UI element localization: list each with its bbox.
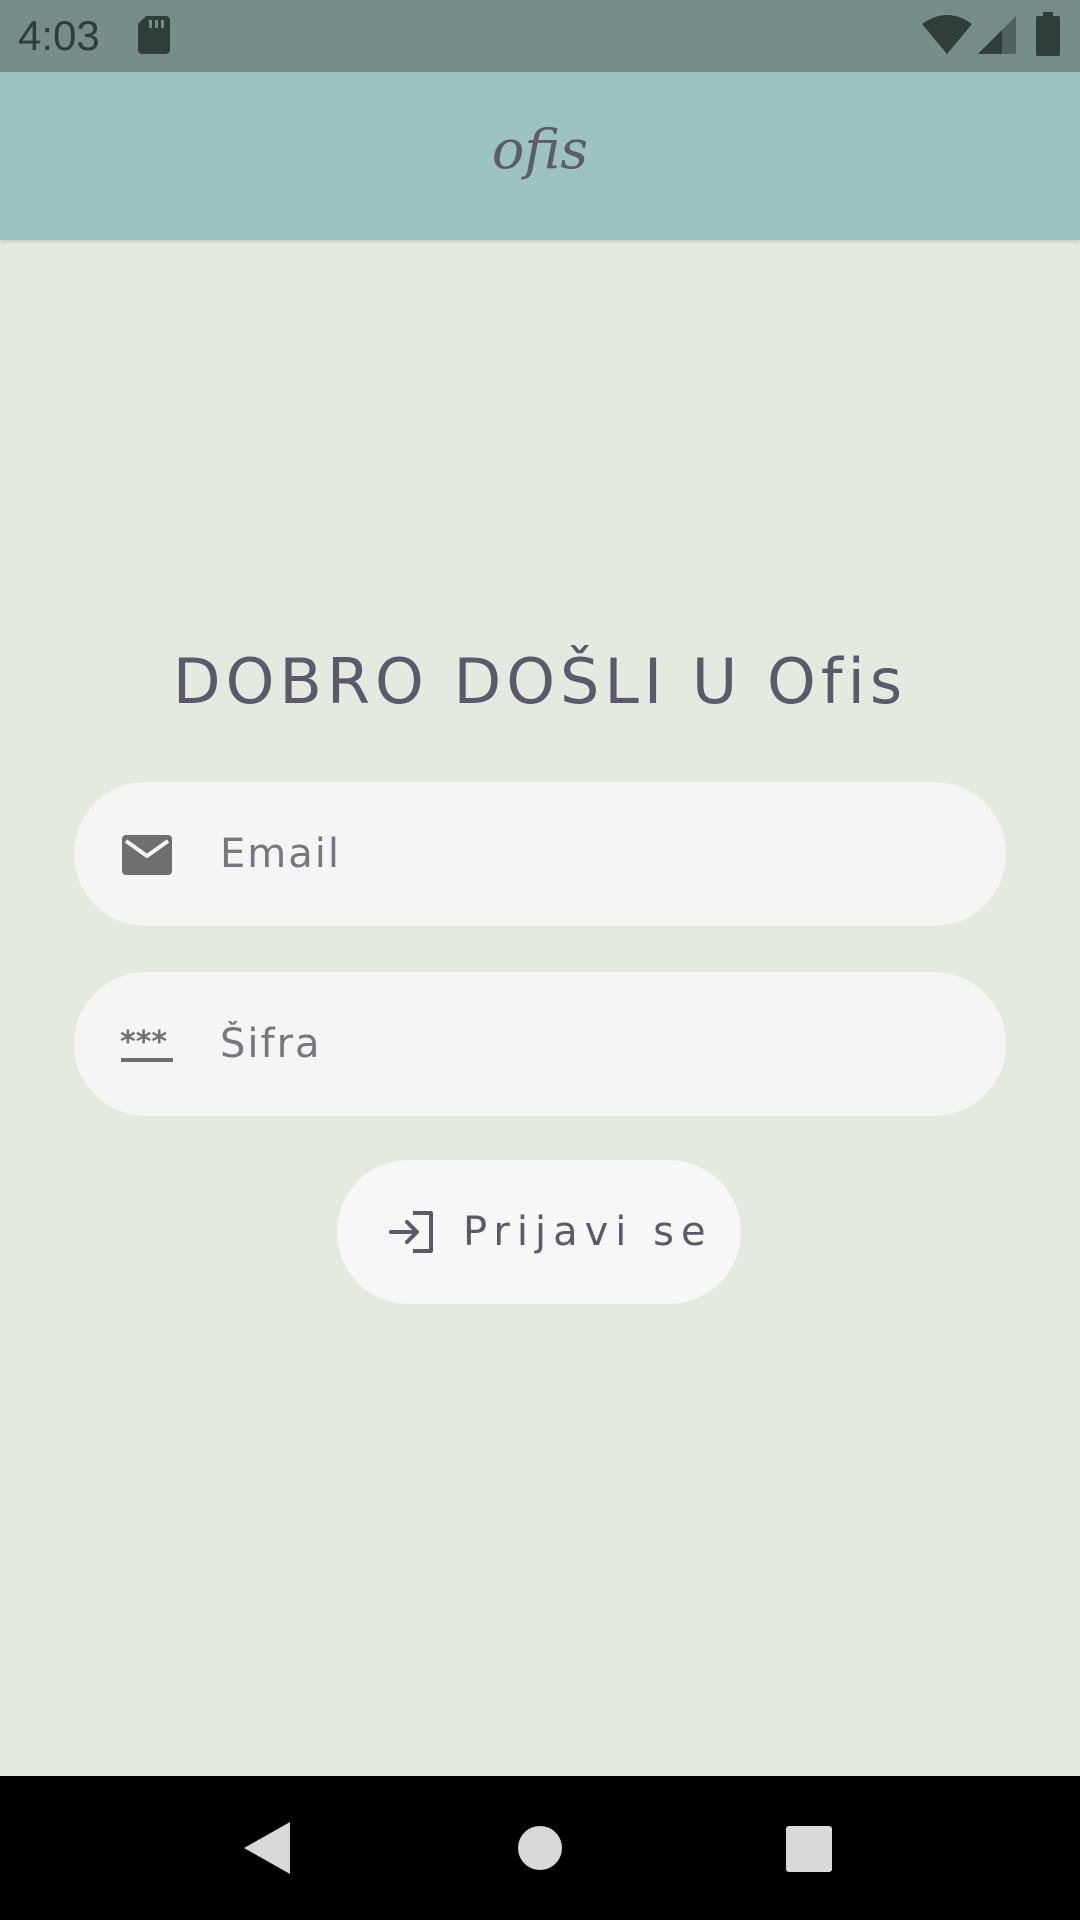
email-icon [122,835,172,875]
status-bar: 4:03 [0,0,1080,72]
password-input[interactable] [220,1002,960,1086]
email-field[interactable] [74,782,1006,926]
login-button-label: Prijavi se [463,1209,713,1255]
app-bar: ofis [0,72,1080,240]
back-icon[interactable] [244,1822,290,1874]
recents-icon[interactable] [786,1826,832,1872]
battery-icon [1036,12,1060,56]
svg-text:***: *** [120,1025,167,1060]
home-icon[interactable] [518,1826,562,1870]
sd-card-icon [138,16,170,54]
wifi-icon [922,15,972,54]
password-icon: *** [120,1025,173,1062]
app-title: ofis [491,118,589,181]
welcome-title: DOBRO DOŠLI U Ofis [172,645,908,718]
navigation-bar [0,1776,1080,1920]
login-button[interactable]: Prijavi se [337,1160,741,1304]
cellular-signal-icon [978,16,1016,54]
password-field[interactable]: *** [74,972,1006,1116]
email-input[interactable] [220,812,960,896]
status-time: 4:03 [18,12,100,59]
login-icon [389,1211,433,1253]
